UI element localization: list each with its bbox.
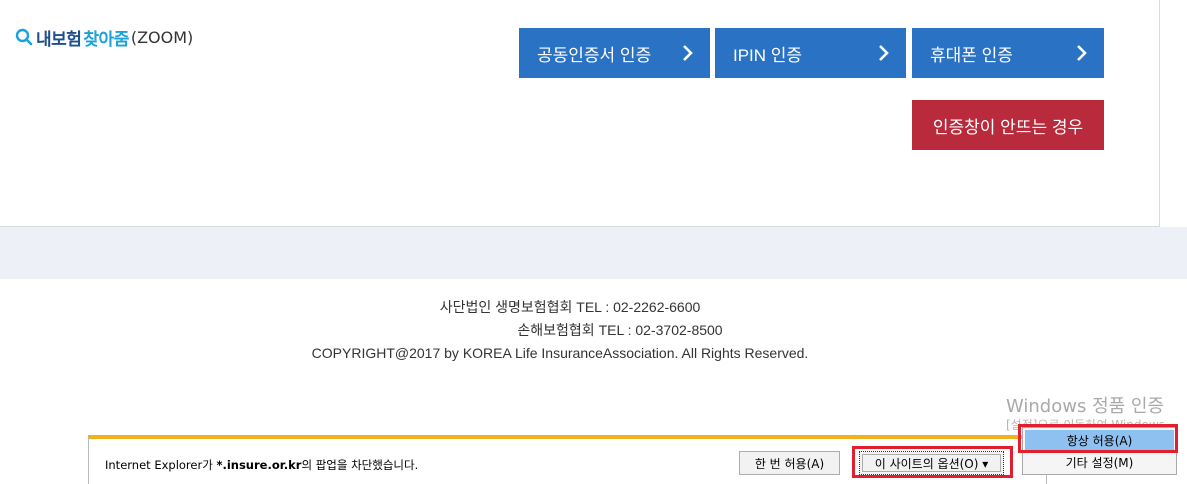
popup-blocked-message: Internet Explorer가 *.insure.or.kr의 팝업을 차… — [105, 457, 418, 473]
message-prefix: Internet Explorer가 — [105, 458, 217, 472]
allow-once-button[interactable]: 한 번 허용(A) — [739, 451, 840, 475]
chevron-right-icon — [879, 45, 889, 61]
auth-window-help-button[interactable]: 인증창이 안뜨는 경우 — [912, 100, 1104, 150]
chevron-right-icon — [683, 45, 693, 61]
certificate-auth-label: 공동인증서 인증 — [537, 45, 652, 65]
auth-window-help-label: 인증창이 안뜨는 경우 — [932, 117, 1084, 137]
phone-auth-button[interactable]: 휴대폰 인증 — [912, 28, 1104, 78]
footer-nonlife-insurance: 손해보험협회 TEL : 02-3702-8500 — [517, 322, 723, 338]
divider-band — [0, 227, 1187, 279]
blocked-domain: *.insure.or.kr — [216, 458, 302, 472]
service-logo: 내보험 찾아줌 (ZOOM) — [14, 26, 194, 50]
footer-life-insurance: 사단법인 생명보험협회 TEL : 02-2262-6600 — [439, 299, 701, 315]
windows-activation-watermark: Windows 정품 인증 — [1006, 396, 1165, 417]
always-allow-highlight — [1018, 424, 1178, 453]
chevron-right-icon — [1077, 45, 1087, 61]
ipin-auth-button[interactable]: IPIN 인증 — [715, 28, 906, 78]
logo-text-zoom: (ZOOM) — [130, 27, 194, 47]
certificate-auth-button[interactable]: 공동인증서 인증 — [519, 28, 710, 78]
ipin-auth-label: IPIN 인증 — [733, 45, 803, 65]
logo-text-my-insurance: 내보험 — [36, 29, 82, 50]
site-options-highlight — [852, 446, 1013, 478]
footer-copyright: COPYRIGHT@2017 by KOREA Life InsuranceAs… — [311, 345, 809, 361]
phone-auth-label: 휴대폰 인증 — [930, 45, 1013, 65]
search-icon — [15, 28, 33, 46]
logo-text-find: 찾아줌 — [83, 29, 129, 50]
menu-item-more-settings[interactable]: 기타 설정(M) — [1025, 452, 1174, 473]
message-suffix: 의 팝업을 차단했습니다. — [301, 458, 419, 472]
footer: 사단법인 생명보험협회 TEL : 02-2262-6600 손해보험협회 TE… — [0, 296, 1120, 365]
content-card: 내보험 찾아줌 (ZOOM) 공동인증서 인증 IPIN 인증 휴대폰 인증 인… — [0, 0, 1160, 227]
